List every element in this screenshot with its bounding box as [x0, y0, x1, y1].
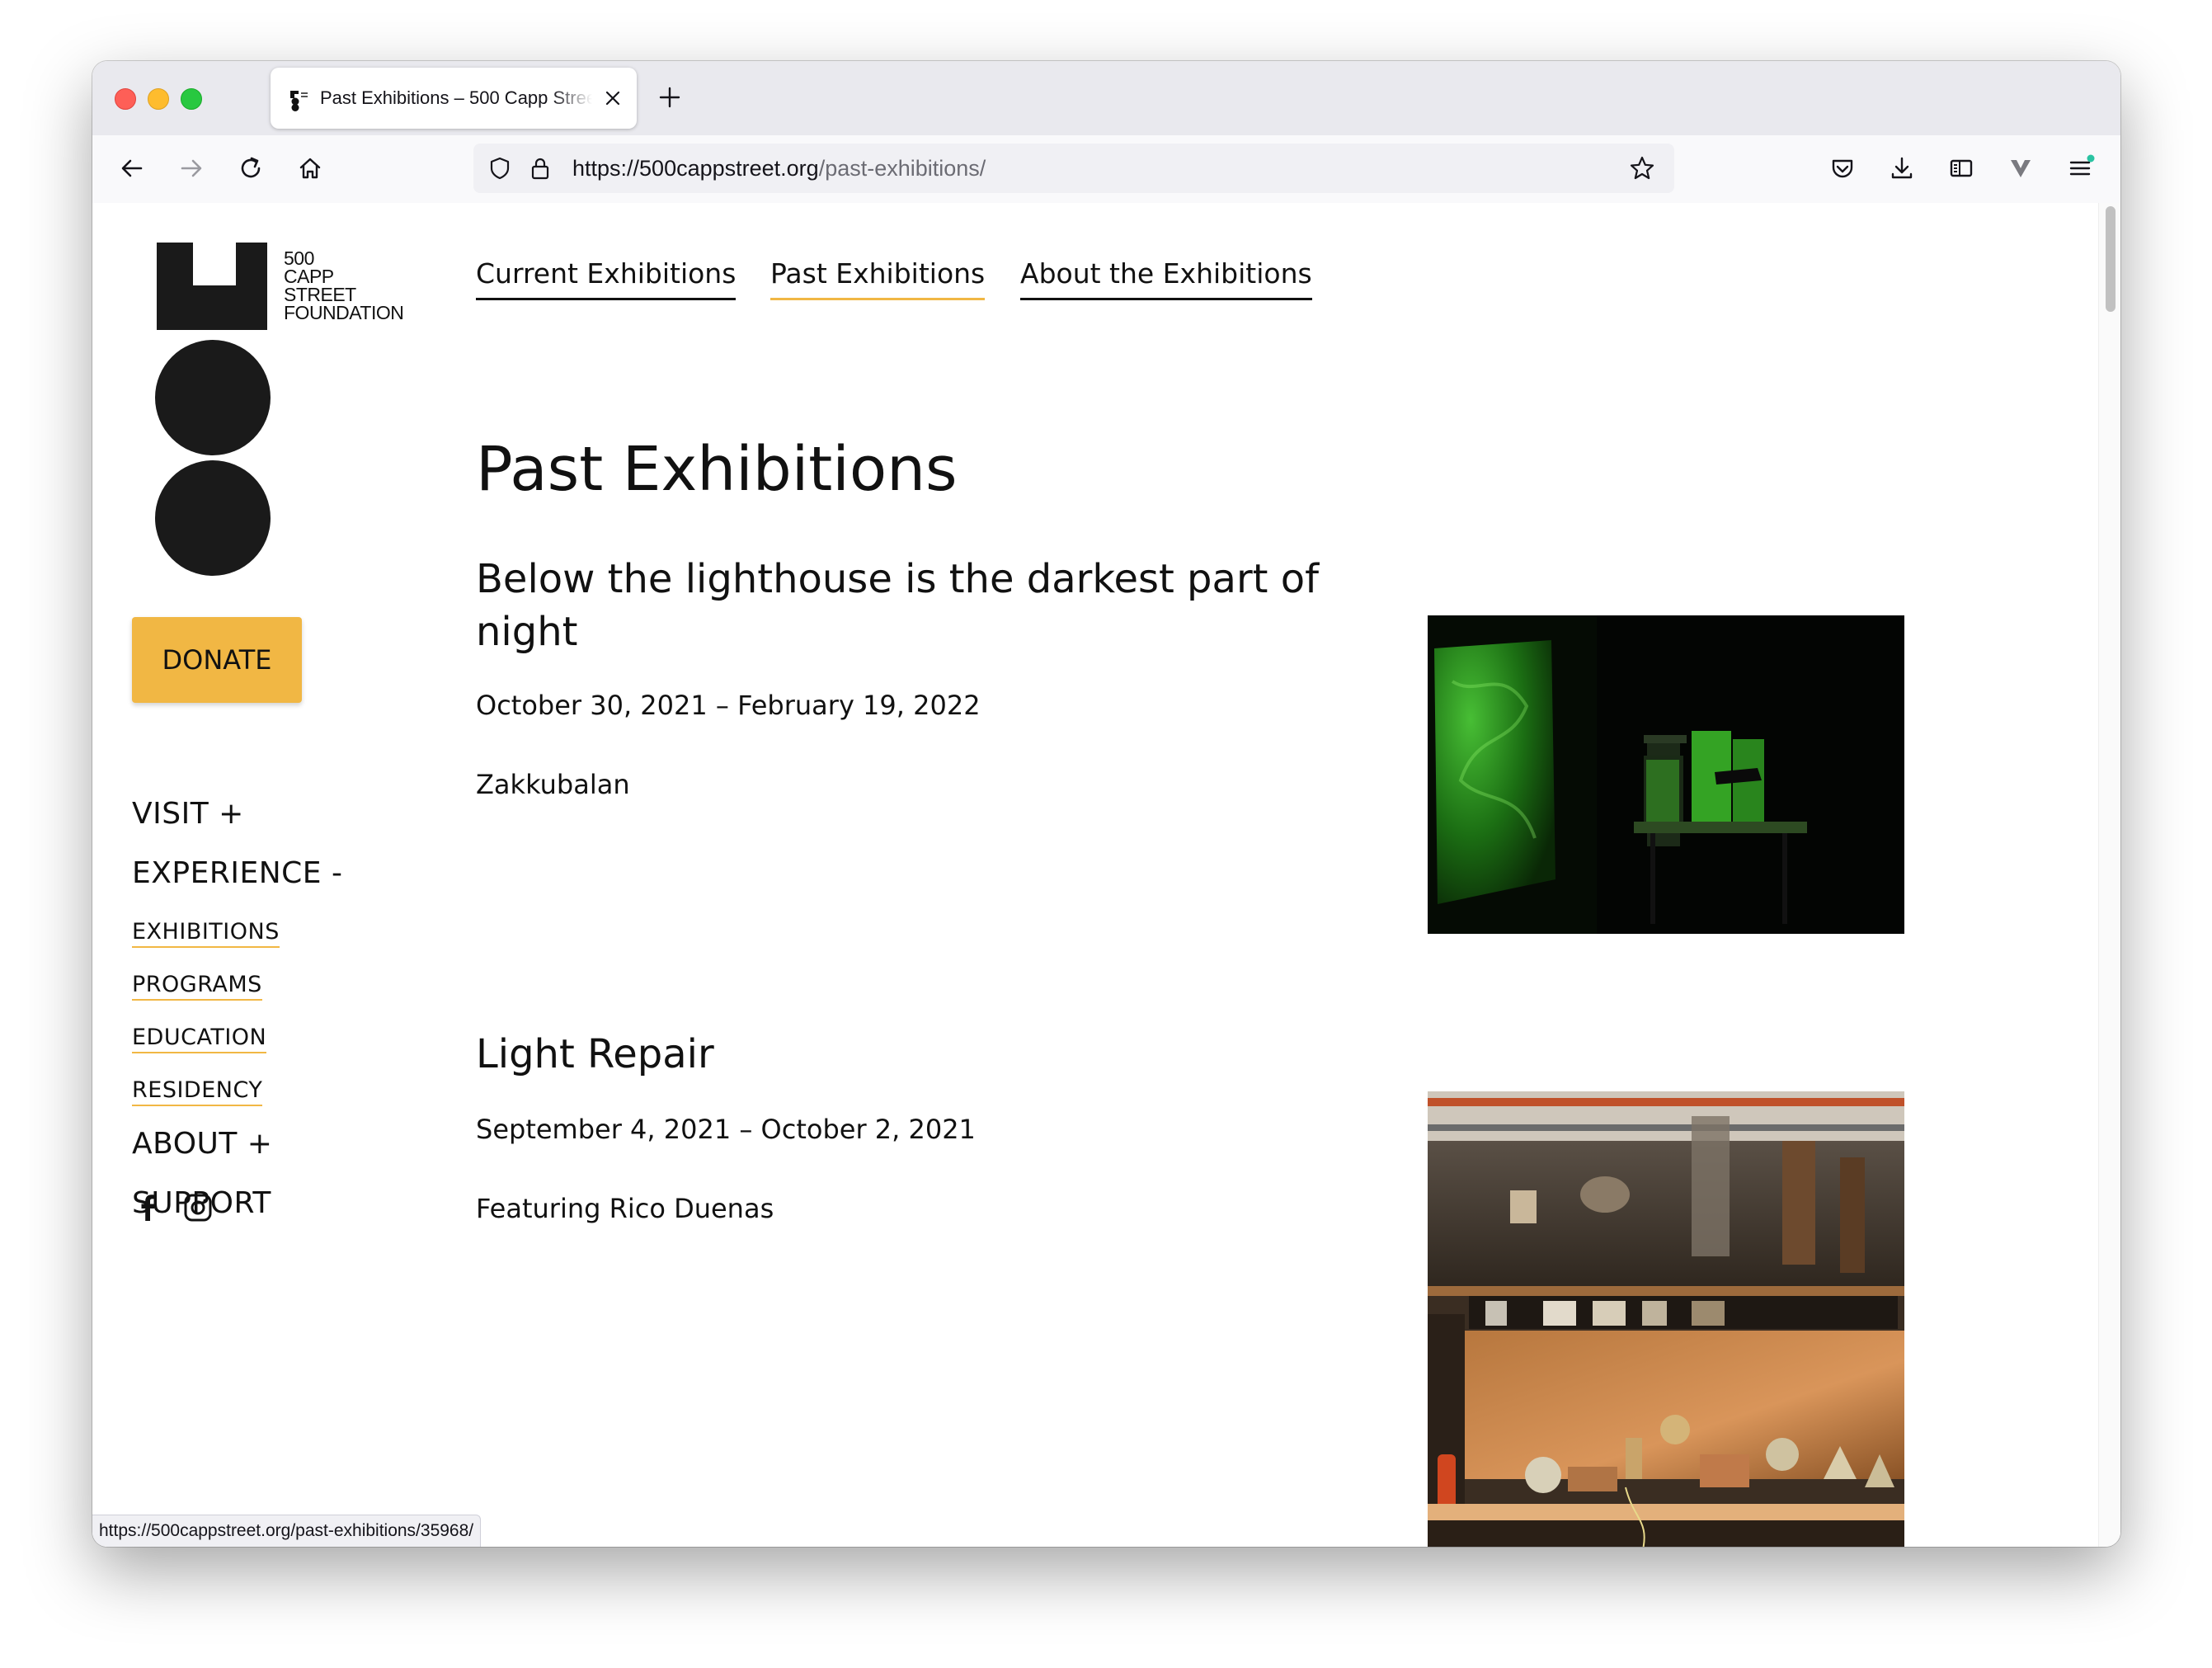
exhibition-dates: September 4, 2021 – October 2, 2021	[476, 1114, 976, 1145]
topnav-current-exhibitions[interactable]: Current Exhibitions	[476, 257, 737, 300]
back-arrow-icon[interactable]	[115, 152, 148, 185]
lock-icon[interactable]	[528, 155, 553, 181]
site-favicon-icon	[290, 91, 308, 111]
sidebar-subitem-exhibitions[interactable]: EXHIBITIONS	[132, 919, 280, 948]
exhibition-dates: October 30, 2021 – February 19, 2022	[476, 690, 981, 721]
url-path: /past-exhibitions/	[818, 156, 986, 181]
tab-title: Past Exhibitions – 500 Capp Street Found…	[320, 87, 592, 108]
topnav-about-exhibitions[interactable]: About the Exhibitions	[1020, 257, 1312, 300]
new-tab-icon[interactable]	[655, 82, 685, 112]
sidebar-item-about[interactable]: ABOUT +	[132, 1127, 272, 1161]
sidebar-subitem-education[interactable]: EDUCATION	[132, 1025, 267, 1053]
bookmark-star-icon[interactable]	[1628, 154, 1656, 182]
home-icon[interactable]	[294, 152, 327, 185]
close-window-button[interactable]	[115, 88, 136, 110]
sidebar-toggle-icon[interactable]	[1945, 152, 1978, 185]
browser-tab-active[interactable]: Past Exhibitions – 500 Capp Street Found…	[271, 68, 637, 129]
exhibition-title-link[interactable]: Below the lighthouse is the darkest part…	[476, 553, 1350, 658]
logo-line: CAPP	[284, 266, 334, 287]
sidebar-subitem-programs[interactable]: PROGRAMS	[132, 972, 262, 1001]
logo-wordmark: 500 CAPP STREET FOUNDATION	[284, 247, 404, 323]
forward-arrow-icon[interactable]	[175, 152, 208, 185]
minimize-window-button[interactable]	[148, 88, 169, 110]
page-viewport: 500 CAPP STREET FOUNDATION DONATE VISIT …	[92, 203, 2120, 1547]
logo-line: STREET	[284, 284, 356, 305]
navigation-toolbar: https://500cappstreet.org/past-exhibitio…	[92, 135, 2120, 205]
facebook-icon[interactable]	[134, 1193, 163, 1223]
browser-window: Past Exhibitions – 500 Capp Street Found…	[92, 61, 2120, 1547]
link-status-bar: https://500cappstreet.org/past-exhibitio…	[92, 1515, 482, 1547]
exhibition-image-light-repair-workshop[interactable]	[1428, 1091, 1904, 1547]
sidebar-item-experience[interactable]: EXPERIENCE -	[132, 856, 343, 890]
scrollbar-thumb[interactable]	[2106, 206, 2116, 312]
logo-line: FOUNDATION	[284, 302, 404, 323]
address-bar[interactable]: https://500cappstreet.org/past-exhibitio…	[473, 144, 1674, 193]
exhibition-title-link[interactable]: Light Repair	[476, 1028, 1350, 1081]
logo-line: 500	[284, 247, 314, 269]
tab-strip: Past Exhibitions – 500 Capp Street Found…	[92, 61, 2120, 135]
instagram-icon[interactable]	[183, 1193, 213, 1223]
exhibition-artist: Featuring Rico Duenas	[476, 1193, 774, 1224]
page-title: Past Exhibitions	[476, 434, 958, 505]
tracking-protection-shield-icon[interactable]	[487, 155, 513, 181]
downloads-icon[interactable]	[1885, 152, 1918, 185]
url-text[interactable]: https://500cappstreet.org/past-exhibitio…	[572, 156, 986, 181]
topnav-past-exhibitions[interactable]: Past Exhibitions	[770, 257, 986, 300]
donate-button[interactable]: DONATE	[132, 617, 302, 703]
app-menu-icon[interactable]	[2064, 152, 2097, 185]
reload-icon[interactable]	[234, 152, 267, 185]
extension-v-icon[interactable]	[2004, 152, 2037, 185]
url-host: https://500cappstreet.org	[572, 156, 819, 181]
pocket-icon[interactable]	[1826, 152, 1859, 185]
exhibition-artist: Zakkubalan	[476, 769, 630, 800]
exhibition-image-green-installation[interactable]	[1428, 615, 1904, 934]
zoom-window-button[interactable]	[181, 88, 202, 110]
sidebar-item-visit[interactable]: VISIT +	[132, 797, 244, 831]
page-scrollbar[interactable]	[2098, 203, 2120, 1547]
close-tab-icon[interactable]	[600, 86, 625, 111]
sidebar-subitem-residency[interactable]: RESIDENCY	[132, 1077, 263, 1106]
